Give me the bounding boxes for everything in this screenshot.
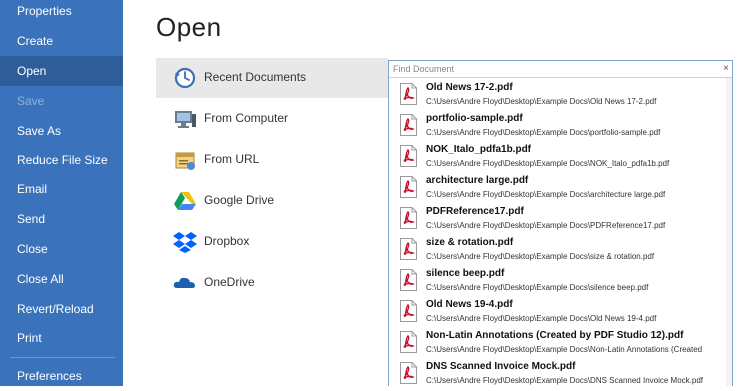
recent-document-item[interactable]: Non-Latin Annotations (Created by PDF St… — [389, 328, 727, 359]
document-path: C:\Users\Andre Floyd\Desktop\Example Doc… — [426, 190, 666, 199]
document-list-scrollbar[interactable] — [726, 78, 732, 386]
recent-document-item[interactable]: architecture large.pdf C:\Users\Andre Fl… — [389, 173, 727, 204]
clear-search-icon[interactable]: × — [723, 62, 729, 76]
source-google-drive[interactable]: Google Drive — [156, 181, 388, 221]
recent-document-item[interactable]: Old News 17-2.pdf C:\Users\Andre Floyd\D… — [389, 80, 727, 111]
recent-document-item[interactable]: size & rotation.pdf C:\Users\Andre Floyd… — [389, 235, 727, 266]
url-icon — [173, 149, 197, 171]
sidebar-item-save: Save — [17, 94, 45, 108]
document-path: C:\Users\Andre Floyd\Desktop\Example Doc… — [426, 345, 703, 354]
recent-documents-icon — [173, 67, 197, 89]
document-name: DNS Scanned Invoice Mock.pdf — [426, 361, 576, 372]
source-from-url[interactable]: From URL — [156, 140, 388, 180]
dropbox-icon — [173, 231, 197, 253]
document-path: C:\Users\Andre Floyd\Desktop\Example Doc… — [426, 97, 657, 106]
sidebar-item-preferences[interactable]: Preferences — [0, 361, 123, 391]
recent-document-item[interactable]: silence beep.pdf C:\Users\Andre Floyd\De… — [389, 266, 727, 297]
sidebar-item-reduce-file-size[interactable]: Reduce File Size — [0, 145, 123, 175]
pdf-file-icon — [400, 362, 417, 384]
document-path: C:\Users\Andre Floyd\Desktop\Example Doc… — [426, 283, 649, 292]
recent-document-item[interactable]: portfolio-sample.pdf C:\Users\Andre Floy… — [389, 111, 727, 142]
source-recent-documents[interactable]: Recent Documents — [156, 58, 388, 98]
recent-documents-panel: × Old News 17-2.pdf C:\Users\Andre Floyd… — [388, 60, 733, 386]
sidebar-divider — [10, 357, 115, 358]
source-label: Google Drive — [204, 193, 275, 207]
google-drive-icon — [173, 190, 197, 212]
recent-document-item[interactable]: DNS Scanned Invoice Mock.pdf C:\Users\An… — [389, 359, 727, 386]
document-name: PDFReference17.pdf — [426, 206, 524, 217]
pdf-file-icon — [400, 176, 417, 198]
document-path: C:\Users\Andre Floyd\Desktop\Example Doc… — [426, 159, 670, 168]
sidebar-item-close[interactable]: Close — [0, 234, 123, 264]
sidebar-item-print[interactable]: Print — [0, 323, 123, 353]
pdf-file-icon — [400, 207, 417, 229]
document-path: C:\Users\Andre Floyd\Desktop\Example Doc… — [426, 252, 655, 261]
sidebar-item-close-all[interactable]: Close All — [0, 264, 123, 294]
pdf-file-icon — [400, 331, 417, 353]
sidebar: Properties Create Open Save Save As Redu… — [0, 0, 123, 386]
document-path: C:\Users\Andre Floyd\Desktop\Example Doc… — [426, 221, 666, 230]
document-path: C:\Users\Andre Floyd\Desktop\Example Doc… — [426, 376, 704, 385]
source-label: From Computer — [204, 111, 289, 125]
recent-document-item[interactable]: PDFReference17.pdf C:\Users\Andre Floyd\… — [389, 204, 727, 235]
pdf-file-icon — [400, 145, 417, 167]
document-name: silence beep.pdf — [426, 268, 505, 279]
document-name: Non-Latin Annotations (Created by PDF St… — [426, 330, 684, 341]
sidebar-item-properties[interactable]: Properties — [0, 0, 123, 26]
document-name: Old News 19-4.pdf — [426, 299, 513, 310]
pdf-file-icon — [400, 238, 417, 260]
document-path: C:\Users\Andre Floyd\Desktop\Example Doc… — [426, 128, 661, 137]
recent-document-item[interactable]: NOK_Italo_pdfa1b.pdf C:\Users\Andre Floy… — [389, 142, 727, 173]
recent-document-item[interactable]: Old News 19-4.pdf C:\Users\Andre Floyd\D… — [389, 297, 727, 328]
sidebar-item-save-as[interactable]: Save As — [0, 116, 123, 146]
sidebar-item-send[interactable]: Send — [0, 204, 123, 234]
document-path: C:\Users\Andre Floyd\Desktop\Example Doc… — [426, 314, 657, 323]
document-name: NOK_Italo_pdfa1b.pdf — [426, 144, 532, 155]
computer-icon — [173, 108, 197, 130]
document-name: portfolio-sample.pdf — [426, 113, 523, 124]
page-title: Open — [156, 12, 222, 42]
find-document-bar: × — [389, 61, 732, 78]
pdf-file-icon — [400, 300, 417, 322]
document-name: architecture large.pdf — [426, 175, 529, 186]
sidebar-item-email[interactable]: Email — [0, 174, 123, 204]
pdf-file-icon — [400, 269, 417, 291]
source-label: From URL — [204, 152, 260, 166]
document-name: size & rotation.pdf — [426, 237, 514, 248]
source-label: Recent Documents — [204, 70, 307, 84]
sidebar-item-revert-reload[interactable]: Revert/Reload — [0, 294, 123, 324]
document-name: Old News 17-2.pdf — [426, 82, 513, 93]
pdf-file-icon — [400, 114, 417, 136]
source-label: Dropbox — [204, 234, 250, 248]
source-dropbox[interactable]: Dropbox — [156, 222, 388, 262]
pdf-file-icon — [400, 83, 417, 105]
sidebar-item-open[interactable]: Open — [0, 56, 123, 86]
onedrive-icon — [173, 272, 197, 294]
sidebar-item-create[interactable]: Create — [0, 26, 123, 56]
find-document-input[interactable] — [393, 62, 713, 76]
source-label: OneDrive — [204, 275, 255, 289]
source-from-computer[interactable]: From Computer — [156, 99, 388, 139]
source-onedrive[interactable]: OneDrive — [156, 263, 388, 303]
